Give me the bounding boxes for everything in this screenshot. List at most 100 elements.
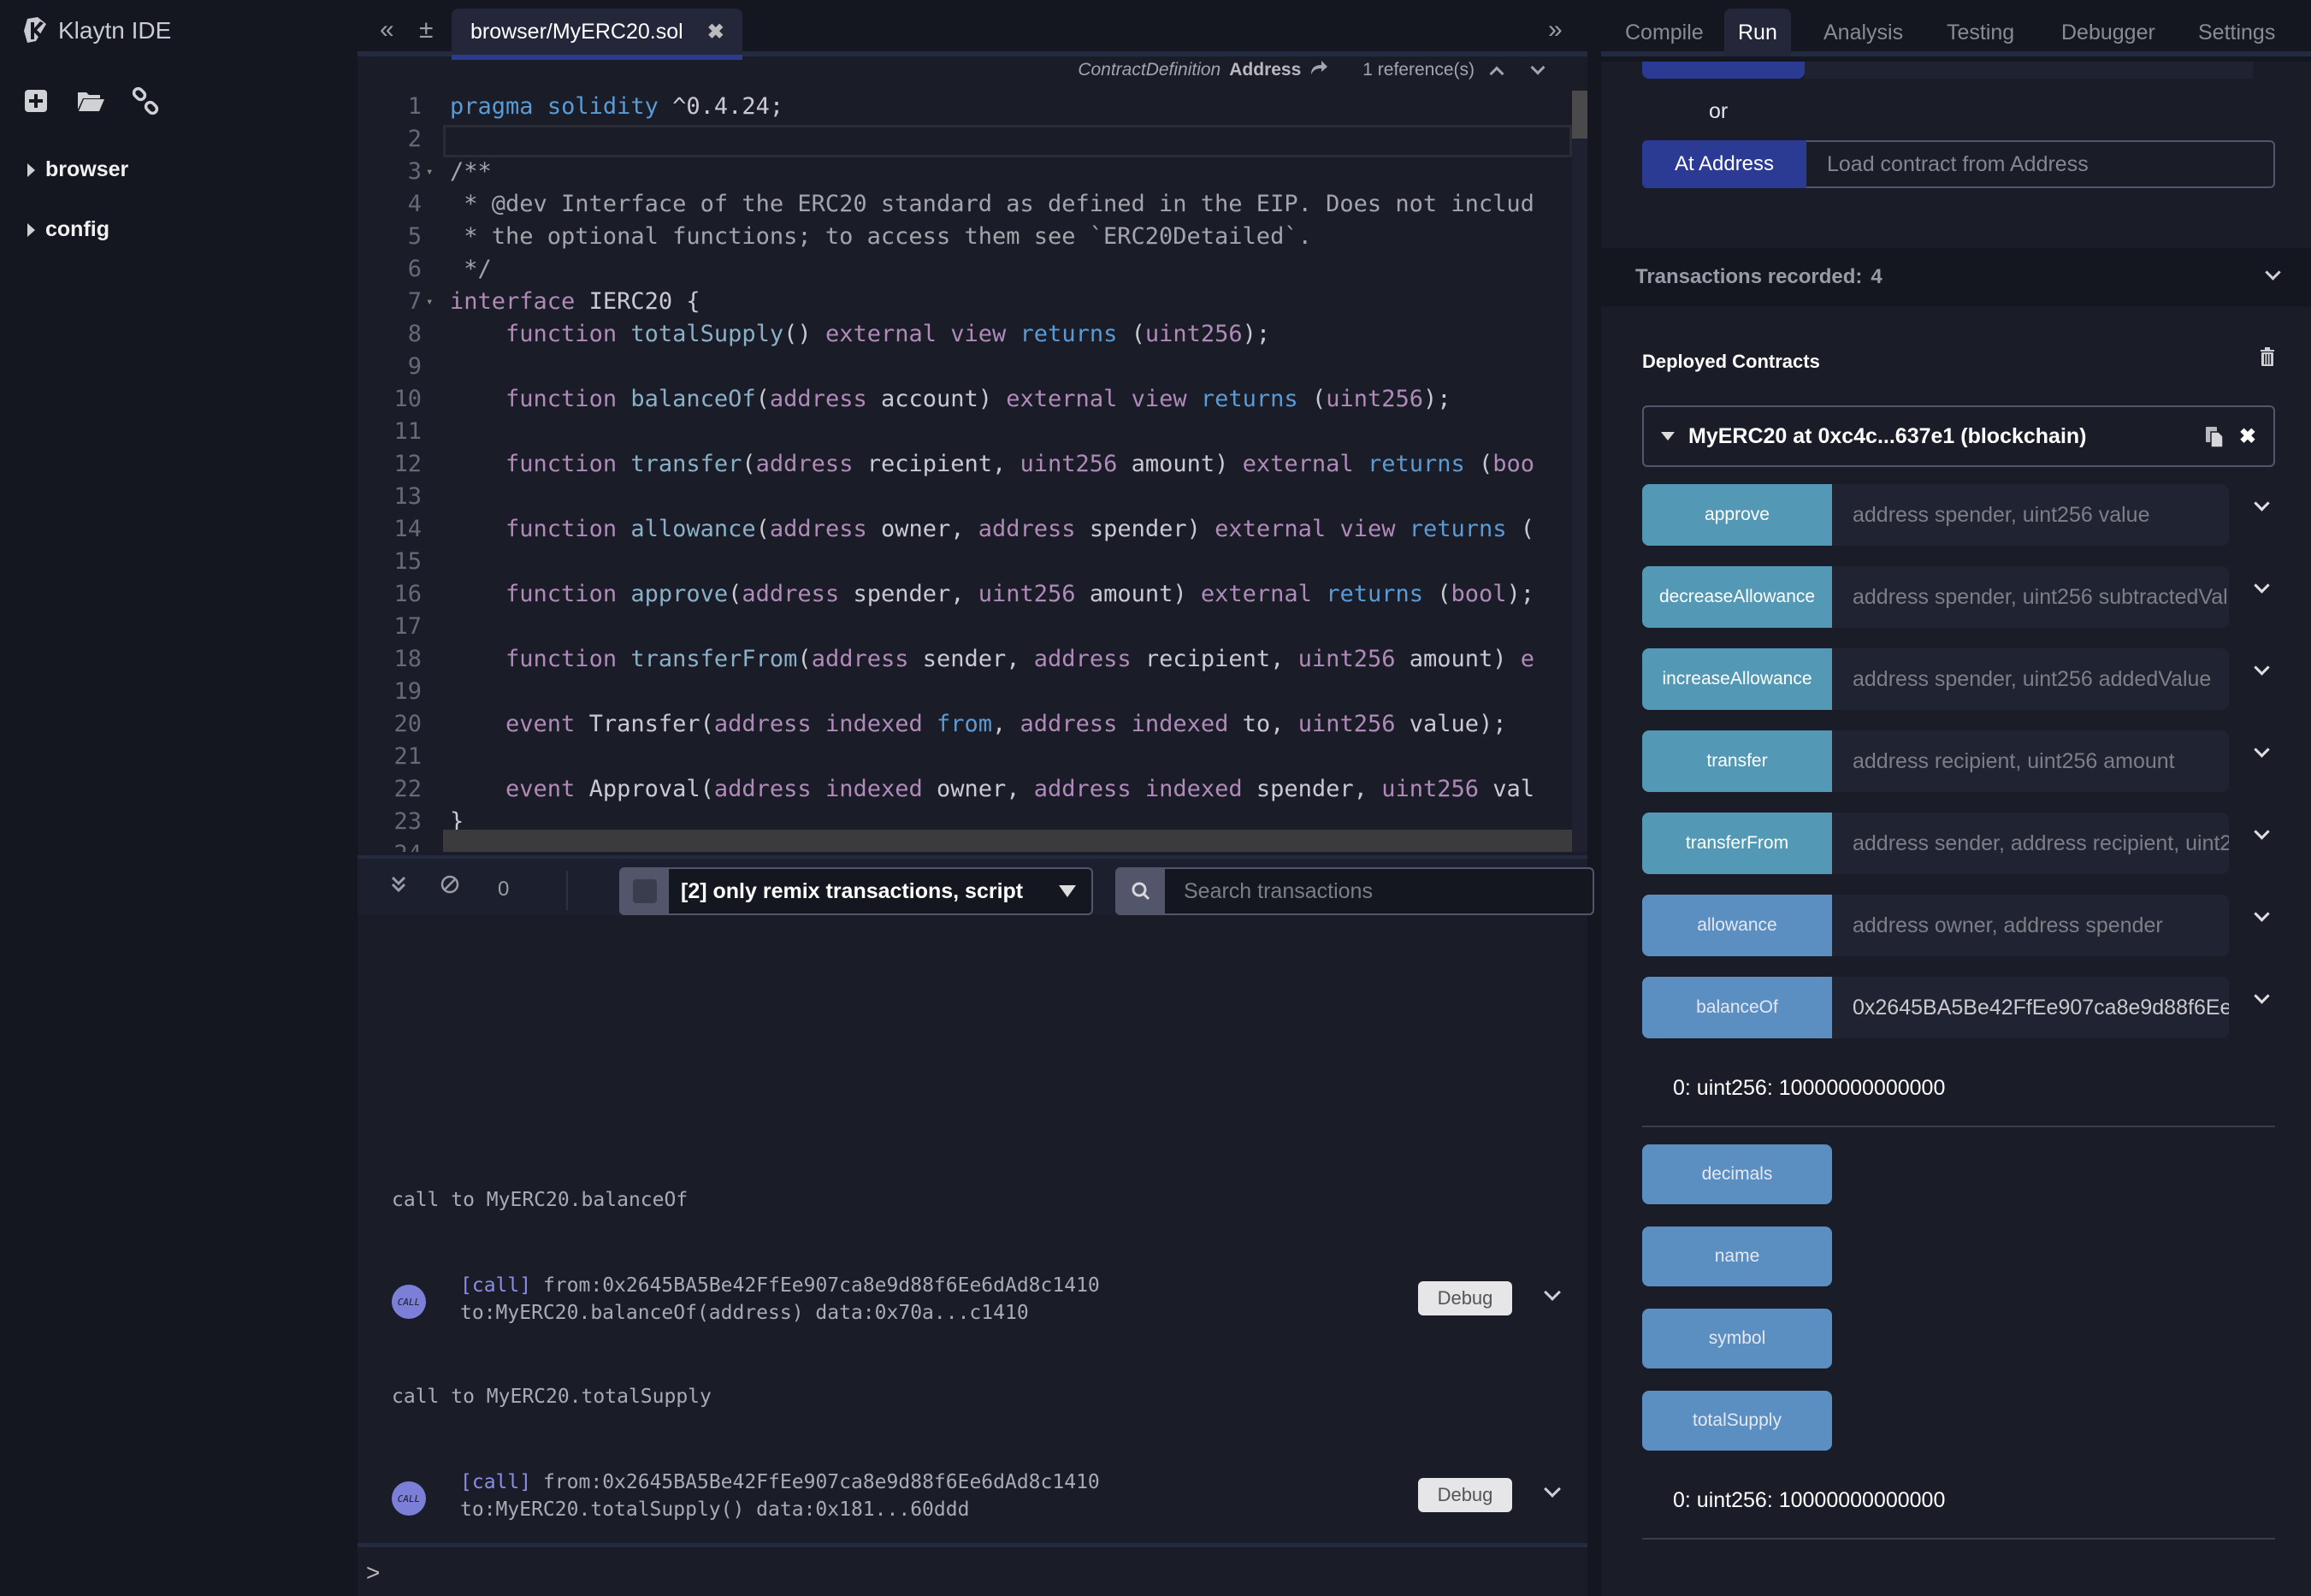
horizontal-scrollbar[interactable] <box>443 830 1572 852</box>
clear-console-icon[interactable] <box>440 874 460 901</box>
transferFrom-button[interactable]: transferFrom <box>1642 813 1832 874</box>
code-line[interactable]: 20 event Transfer(address indexed from, … <box>358 708 1572 741</box>
code-line[interactable]: 13 <box>358 481 1572 513</box>
tree-item-browser[interactable]: browser <box>27 157 128 182</box>
transfer-button[interactable]: transfer <box>1642 730 1832 792</box>
code-line[interactable]: 7 ▾ interface IERC20 { <box>358 286 1572 318</box>
expand-args-icon[interactable] <box>2254 577 2270 594</box>
code-text: function transfer(address recipient, uin… <box>505 451 1535 477</box>
approve-button[interactable]: approve <box>1642 484 1832 546</box>
function-row-balanceOf: balanceOf <box>1642 977 2292 1038</box>
vertical-scrollbar[interactable] <box>1572 91 1587 852</box>
fold-toggle-icon[interactable]: ▾ <box>426 156 433 188</box>
collapse-right-panel-icon[interactable]: » <box>1548 15 1563 44</box>
name-button[interactable]: name <box>1642 1227 1832 1286</box>
search-transactions-input[interactable] <box>1165 878 1593 904</box>
debug-button[interactable]: Debug <box>1418 1478 1512 1512</box>
at-address-input[interactable] <box>1806 140 2275 188</box>
previous-reference-icon[interactable] <box>1489 66 1504 81</box>
line-number: 4 <box>407 191 422 217</box>
listen-checkbox[interactable] <box>621 869 669 913</box>
increase-font-icon[interactable]: ± <box>419 15 433 44</box>
tab-run[interactable]: Run <box>1724 9 1791 56</box>
remove-instance-icon[interactable]: ✖ <box>2239 424 2256 449</box>
expand-args-icon[interactable] <box>2254 495 2270 511</box>
code-line[interactable]: 1 pragma solidity ^0.4.24; <box>358 91 1572 123</box>
transfer-args-input[interactable] <box>1832 730 2229 792</box>
klaytn-ide: Klaytn IDE browser config « ± browser/My… <box>0 0 2311 1596</box>
code-line[interactable]: 3 ▾ /** <box>358 156 1572 188</box>
debug-button[interactable]: Debug <box>1418 1281 1512 1315</box>
collapse-left-panel-icon[interactable]: « <box>380 15 394 44</box>
code-line[interactable]: 4 * @dev Interface of the ERC20 standard… <box>358 188 1572 221</box>
deploy-section: or At Address <box>1601 62 2311 248</box>
code-line[interactable]: 17 <box>358 611 1572 643</box>
balanceOf-button[interactable]: balanceOf <box>1642 977 1832 1038</box>
contract-instance[interactable]: MyERC20 at 0xc4c...637e1 (blockchain) ✖ <box>1642 405 2275 467</box>
tab-analysis[interactable]: Analysis <box>1810 9 1917 56</box>
expand-transaction-icon[interactable] <box>1544 1481 1561 1498</box>
tab-testing[interactable]: Testing <box>1933 9 2028 56</box>
transferFrom-args-input[interactable] <box>1832 813 2229 874</box>
code-line[interactable]: 15 <box>358 546 1572 578</box>
next-reference-icon[interactable] <box>1530 60 1546 75</box>
decreaseAllowance-args-input[interactable] <box>1832 566 2229 628</box>
totalSupply-button[interactable]: totalSupply <box>1642 1391 1832 1451</box>
code-line[interactable]: 10 function balanceOf(address account) e… <box>358 383 1572 416</box>
trash-icon[interactable] <box>2260 347 2275 370</box>
code-line[interactable]: 19 <box>358 676 1572 708</box>
transactions-recorded-toggle[interactable]: Transactions recorded: 4 <box>1601 248 2311 306</box>
connect-localhost-icon[interactable] <box>130 86 161 116</box>
allowance-args-input[interactable] <box>1832 895 2229 956</box>
tab-myerc20[interactable]: browser/MyERC20.sol ✖ <box>452 9 742 60</box>
code-line[interactable]: 21 <box>358 741 1572 773</box>
expand-args-icon[interactable] <box>2254 906 2270 922</box>
code-line[interactable]: 2 <box>358 123 1572 156</box>
transaction-entry[interactable]: CALL [call] from:0x2645BA5Be42FfEe907ca8… <box>392 1471 1581 1531</box>
expand-args-icon[interactable] <box>2254 742 2270 758</box>
code-line[interactable]: 11 <box>358 416 1572 448</box>
code-line[interactable]: 18 function transferFrom(address sender,… <box>358 643 1572 676</box>
decimals-button[interactable]: decimals <box>1642 1144 1832 1204</box>
code-line[interactable]: 9 <box>358 351 1572 383</box>
code-line[interactable]: 12 function transfer(address recipient, … <box>358 448 1572 481</box>
caret-right-icon <box>27 163 35 177</box>
code-line[interactable]: 6 */ <box>358 253 1572 286</box>
decreaseAllowance-button[interactable]: decreaseAllowance <box>1642 566 1832 628</box>
balanceOf-args-input[interactable] <box>1832 977 2229 1038</box>
expand-args-icon[interactable] <box>2254 988 2270 1004</box>
expand-args-icon[interactable] <box>2254 824 2270 840</box>
create-new-file-icon[interactable] <box>21 86 51 116</box>
code-line[interactable]: 16 function approve(address spender, uin… <box>358 578 1572 611</box>
at-address-button[interactable]: At Address <box>1642 140 1806 188</box>
fold-toggle-icon[interactable]: ▾ <box>426 286 433 318</box>
expand-args-icon[interactable] <box>2254 659 2270 676</box>
copy-address-icon[interactable] <box>2205 426 2224 454</box>
transaction-filter-dropdown[interactable]: [2] only remix transactions, script <box>619 867 1093 915</box>
minimize-terminal-icon[interactable] <box>390 874 407 901</box>
code-editor[interactable]: 1 pragma solidity ^0.4.24; 2 3 ▾/** 4 * @dev … <box>358 91 1572 852</box>
transaction-entry[interactable]: CALL [call] from:0x2645BA5Be42FfEe907ca8… <box>392 1274 1581 1334</box>
close-tab-icon[interactable]: ✖ <box>707 20 724 44</box>
goto-definition-icon[interactable] <box>1309 60 1328 80</box>
deploy-button[interactable] <box>1642 62 1805 79</box>
expand-transaction-icon[interactable] <box>1544 1284 1561 1301</box>
tab-settings[interactable]: Settings <box>2184 9 2289 56</box>
code-line[interactable]: 14 function allowance(address owner, add… <box>358 513 1572 546</box>
allowance-button[interactable]: allowance <box>1642 895 1832 956</box>
code-line[interactable]: 8 function totalSupply() external view r… <box>358 318 1572 351</box>
editor-area: « ± browser/MyERC20.sol ✖ » ContractDefi… <box>358 0 1594 1596</box>
terminal-input[interactable]: > <box>358 1543 1587 1596</box>
code-line[interactable]: 5 * the optional functions; to access th… <box>358 221 1572 253</box>
tab-compile[interactable]: Compile <box>1611 9 1717 56</box>
open-folder-icon[interactable] <box>75 86 106 116</box>
symbol-button[interactable]: symbol <box>1642 1309 1832 1368</box>
code-line[interactable]: 22 event Approval(address indexed owner,… <box>358 773 1572 806</box>
deploy-args-input[interactable] <box>1805 62 2253 79</box>
increaseAllowance-args-input[interactable] <box>1832 648 2229 710</box>
tab-debugger[interactable]: Debugger <box>2048 9 2169 56</box>
transactions-recorded-label: Transactions recorded: <box>1635 265 1863 288</box>
approve-args-input[interactable] <box>1832 484 2229 546</box>
increaseAllowance-button[interactable]: increaseAllowance <box>1642 648 1832 710</box>
tree-item-config[interactable]: config <box>27 217 109 242</box>
